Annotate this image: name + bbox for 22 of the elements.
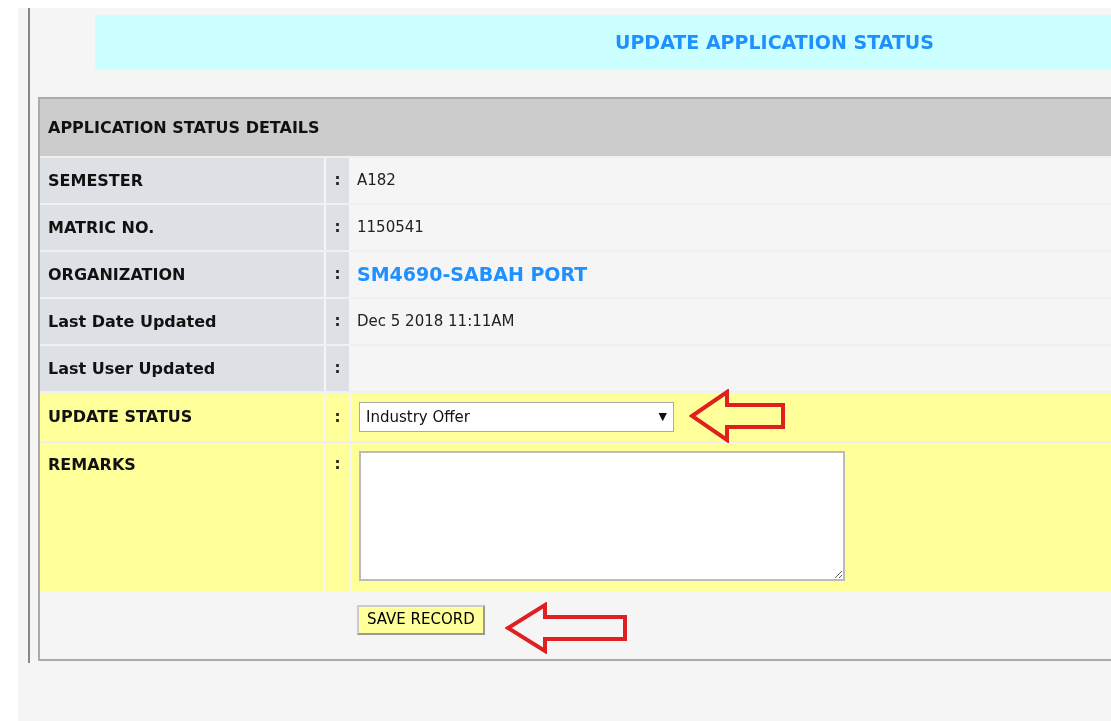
field-label: UPDATE STATUS	[48, 406, 193, 428]
field-label: REMARKS	[48, 454, 136, 476]
save-record-button[interactable]: SAVE RECORD	[357, 604, 485, 635]
field-value: A182	[357, 170, 396, 192]
colon: :	[334, 170, 341, 192]
colon: :	[334, 406, 341, 428]
colon: :	[334, 358, 341, 380]
field-value: Dec 5 2018 11:11AM	[357, 311, 515, 333]
panel-heading: APPLICATION STATUS DETAILS	[48, 116, 320, 139]
colon: :	[334, 264, 341, 286]
page-title: UPDATE APPLICATION STATUS	[615, 30, 934, 56]
field-label: SEMESTER	[48, 169, 143, 192]
colon: :	[334, 454, 341, 475]
remarks-field[interactable]	[359, 451, 845, 581]
colon: :	[334, 217, 341, 239]
field-label: ORGANIZATION	[48, 263, 186, 286]
colon: :	[334, 311, 341, 333]
field-label: Last User Updated	[48, 357, 216, 380]
field-value: 1150541	[357, 217, 424, 239]
field-label: MATRIC NO.	[48, 216, 155, 239]
field-label: Last Date Updated	[48, 310, 217, 333]
status-dropdown[interactable]: Industry Offer ▼	[359, 402, 674, 432]
